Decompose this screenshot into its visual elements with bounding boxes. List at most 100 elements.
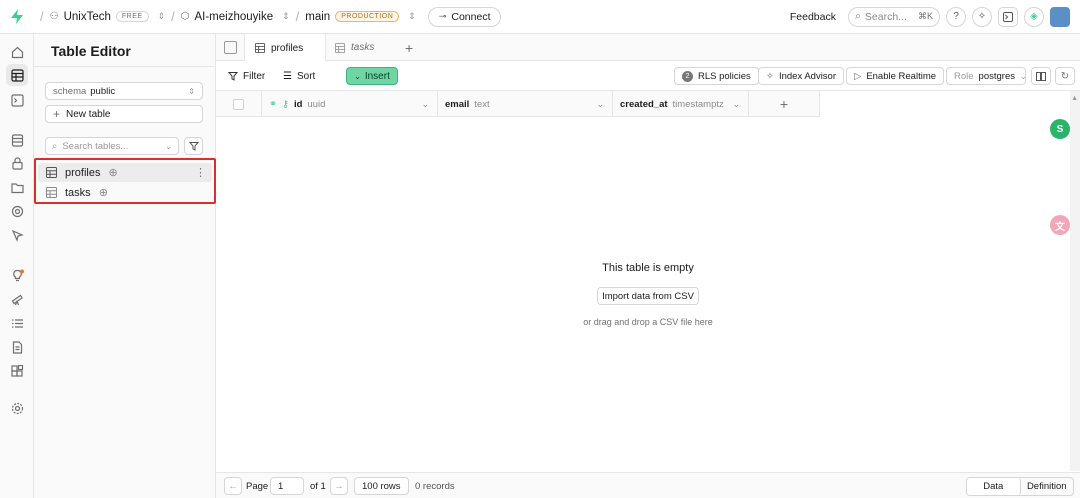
global-search[interactable]: ⌕ Search... ⌘K	[848, 6, 940, 27]
filter-funnel-icon	[228, 72, 238, 81]
supabase-logo-icon[interactable]	[0, 0, 34, 34]
terminal-icon[interactable]	[998, 6, 1018, 27]
rls-policies-button[interactable]: 2 RLS policies	[674, 67, 759, 85]
plug-icon: ⊸	[438, 11, 447, 21]
org-switcher[interactable]: ⚇ UnixTech FREE ⇕	[50, 11, 166, 23]
grid-toolbar: Filter ☰ Sort ⌄ Insert 2 RLS policies ✧ …	[216, 61, 1080, 91]
breadcrumb-separator: /	[171, 9, 175, 24]
column-header-created-at[interactable]: created_at timestamptz ⌄	[613, 91, 749, 117]
sql-editor-icon[interactable]	[9, 92, 25, 108]
settings-gear-icon[interactable]	[9, 400, 25, 416]
chevron-updown-icon: ⇕	[157, 11, 166, 21]
project-switcher[interactable]: ⬡ AI-meizhouyike ⇕	[181, 11, 290, 23]
column-name: created_at	[620, 98, 668, 110]
vertical-scrollbar[interactable]	[1070, 91, 1080, 471]
search-tables-placeholder: Search tables...	[62, 140, 129, 152]
reports-telescope-icon[interactable]	[9, 291, 25, 307]
extension-s-icon[interactable]: S	[1050, 119, 1070, 139]
schema-select[interactable]: schema public ⇕	[45, 82, 203, 100]
filter-button[interactable]: Filter	[228, 61, 265, 91]
advisors-lightbulb-icon[interactable]	[9, 267, 25, 283]
api-docs-icon[interactable]	[9, 339, 25, 355]
grid-header: ⚭ ⚷ id uuid ⌄ email text ⌄ created_at ti…	[216, 91, 820, 117]
plan-badge: FREE	[115, 11, 149, 22]
definition-view-button[interactable]: Definition	[1021, 478, 1074, 495]
tab-profiles[interactable]: profiles	[244, 34, 326, 62]
scroll-up-arrow-icon[interactable]: ▲	[1071, 95, 1078, 102]
connect-button[interactable]: ⊸ Connect	[427, 6, 502, 27]
page-number-input[interactable]: 1	[270, 477, 304, 495]
highlight-annotation	[34, 158, 216, 204]
org-name: UnixTech	[63, 10, 111, 23]
realtime-cursor-icon[interactable]	[9, 227, 25, 243]
sort-label: Sort	[296, 70, 316, 82]
production-badge: PRODUCTION	[335, 11, 400, 22]
feedback-button[interactable]: Feedback	[790, 11, 836, 23]
rls-count-badge: 2	[682, 70, 693, 82]
database-icon[interactable]	[9, 132, 25, 148]
chevron-down-icon[interactable]: ⌄	[421, 99, 429, 110]
book-docs-icon[interactable]	[1031, 67, 1051, 85]
assistant-icon[interactable]: ◈	[1024, 6, 1044, 27]
insert-button[interactable]: ⌄ Insert	[346, 67, 398, 85]
extension-translate-icon[interactable]: 文	[1050, 215, 1070, 235]
table-icon	[335, 42, 345, 53]
next-page-arrow-icon[interactable]: →	[330, 477, 348, 495]
drag-drop-hint: or drag and drop a CSV file here	[583, 317, 713, 327]
filter-label: Filter	[243, 70, 266, 82]
index-advisor-button[interactable]: ✧ Index Advisor	[758, 67, 845, 85]
help-icon[interactable]: ?	[946, 6, 966, 27]
plus-icon: +	[53, 107, 61, 121]
sort-button[interactable]: ☰ Sort	[283, 61, 315, 91]
new-tab-plus-icon[interactable]: +	[405, 40, 413, 56]
chevron-down-icon[interactable]: ⌄	[732, 99, 740, 110]
empty-state-title: This table is empty	[602, 262, 694, 274]
rows-per-page-select[interactable]: 100 rows	[354, 477, 409, 495]
chevron-down-icon[interactable]: ⌄	[596, 99, 604, 110]
column-name: email	[445, 98, 470, 110]
role-select[interactable]: Role postgres ⌄	[946, 67, 1027, 85]
table-icon	[255, 43, 265, 53]
filter-tables-button[interactable]	[184, 137, 203, 155]
connect-label: Connect	[451, 10, 491, 23]
enable-realtime-button[interactable]: ▷ Enable Realtime	[846, 67, 945, 85]
search-tables-input[interactable]: ⌕ Search tables... ⌄	[45, 137, 179, 155]
schema-value: public	[90, 85, 116, 97]
integrations-icon[interactable]	[9, 363, 25, 379]
project-name: AI-meizhouyike	[194, 10, 274, 23]
functions-icon[interactable]	[9, 203, 25, 219]
tab-tasks[interactable]: tasks	[325, 34, 397, 61]
chevron-down-icon: ⌄	[1019, 71, 1027, 81]
column-type: uuid	[307, 98, 326, 110]
column-header-email[interactable]: email text ⌄	[438, 91, 613, 117]
chevron-updown-icon: ⇕	[408, 11, 416, 21]
refresh-icon[interactable]: ↻	[1055, 67, 1075, 85]
schema-label: schema	[53, 85, 87, 97]
column-header-id[interactable]: ⚭ ⚷ id uuid ⌄	[262, 91, 438, 117]
tab-label: profiles	[271, 42, 304, 54]
chevron-down-icon: ⌄	[354, 71, 361, 81]
column-name: id	[293, 98, 303, 110]
main-content: profiles tasks + Filter ☰ Sort ⌄ Insert …	[216, 34, 1080, 498]
cursor-icon: ▷	[854, 70, 862, 82]
select-all-checkbox[interactable]	[233, 98, 244, 110]
prev-page-arrow-icon[interactable]: ←	[224, 477, 242, 495]
role-value: postgres	[978, 70, 1015, 82]
sort-lines-icon: ☰	[283, 70, 292, 82]
avatar[interactable]	[1050, 6, 1070, 27]
lightbulb-icon[interactable]: ✧	[972, 6, 992, 27]
table-editor-icon[interactable]	[6, 64, 28, 86]
data-view-button[interactable]: Data	[967, 478, 1021, 495]
logs-list-icon[interactable]	[9, 315, 25, 331]
storage-folder-icon[interactable]	[9, 179, 25, 195]
new-table-button[interactable]: + New table	[45, 105, 203, 123]
lock-icon[interactable]	[9, 155, 25, 171]
home-icon[interactable]	[9, 44, 25, 60]
branch-switcher[interactable]: main PRODUCTION ⇕	[305, 11, 416, 23]
add-column-plus-icon[interactable]: +	[749, 91, 820, 117]
divider	[34, 66, 216, 67]
collapse-sidebar-icon[interactable]	[224, 41, 237, 54]
page-label: Page	[246, 480, 269, 492]
search-placeholder: Search...	[864, 10, 907, 23]
import-csv-button[interactable]: Import data from CSV	[597, 287, 699, 305]
